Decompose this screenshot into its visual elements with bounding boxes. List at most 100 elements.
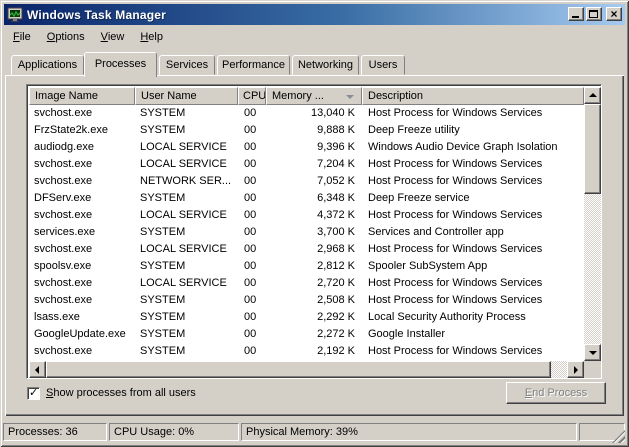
tab-applications[interactable]: Applications: [11, 55, 84, 75]
cell-user-name: SYSTEM: [135, 326, 238, 343]
table-row[interactable]: svchost.exeLOCAL SERVICE007,204 KHost Pr…: [29, 156, 584, 173]
cell-description: Host Process for Windows Services: [362, 156, 584, 173]
menu-view[interactable]: View: [93, 29, 133, 45]
cell-image-name: DFServ.exe: [29, 190, 135, 207]
process-list: Image Name User Name CPU Memory ... Desc…: [26, 84, 602, 379]
cell-image-name: svchost.exe: [29, 343, 135, 360]
cell-description: Google Installer: [362, 326, 584, 343]
menu-file[interactable]: File: [5, 29, 39, 45]
show-all-users-label[interactable]: Show processes from all users: [46, 387, 196, 399]
column-header-row: Image Name User Name CPU Memory ... Desc…: [29, 87, 584, 105]
cell-description: Host Process for Windows Services: [362, 207, 584, 224]
cell-description: Host Process for Windows Services: [362, 241, 584, 258]
cell-user-name: LOCAL SERVICE: [135, 241, 238, 258]
table-row[interactable]: DFServ.exeSYSTEM006,348 KDeep Freeze ser…: [29, 190, 584, 207]
table-row[interactable]: FrzState2k.exeSYSTEM009,888 KDeep Freeze…: [29, 122, 584, 139]
cell-cpu: 00: [238, 190, 266, 207]
vertical-scrollbar-thumb[interactable]: [584, 104, 601, 194]
cell-image-name: svchost.exe: [29, 156, 135, 173]
cell-memory: 7,052 K: [266, 173, 362, 190]
column-header-user-name[interactable]: User Name: [135, 87, 238, 105]
cell-cpu: 00: [238, 275, 266, 292]
table-row[interactable]: services.exeSYSTEM003,700 KServices and …: [29, 224, 584, 241]
cell-memory: 2,192 K: [266, 343, 362, 360]
cell-cpu: 00: [238, 105, 266, 122]
cell-cpu: 00: [238, 207, 266, 224]
cell-memory: 2,812 K: [266, 258, 362, 275]
title-bar[interactable]: Windows Task Manager ×: [4, 4, 625, 25]
tab-processes[interactable]: Processes: [84, 52, 157, 77]
column-header-cpu[interactable]: CPU: [238, 87, 266, 105]
scroll-left-button[interactable]: [29, 361, 46, 378]
cell-image-name: svchost.exe: [29, 207, 135, 224]
maximize-icon: [589, 10, 598, 18]
cell-image-name: FrzState2k.exe: [29, 122, 135, 139]
scroll-right-icon: [574, 366, 578, 374]
table-row[interactable]: audiodg.exeLOCAL SERVICE009,396 KWindows…: [29, 139, 584, 156]
cell-user-name: LOCAL SERVICE: [135, 207, 238, 224]
end-process-button[interactable]: End Process: [506, 382, 606, 404]
cell-description: Deep Freeze service: [362, 190, 584, 207]
cell-image-name: spoolsv.exe: [29, 258, 135, 275]
table-row[interactable]: svchost.exeLOCAL SERVICE004,372 KHost Pr…: [29, 207, 584, 224]
tab-services[interactable]: Services: [159, 55, 215, 75]
table-row[interactable]: svchost.exeLOCAL SERVICE002,720 KHost Pr…: [29, 275, 584, 292]
cell-image-name: svchost.exe: [29, 275, 135, 292]
cell-cpu: 00: [238, 258, 266, 275]
column-header-image-name[interactable]: Image Name: [29, 87, 135, 105]
tab-users[interactable]: Users: [361, 55, 405, 75]
maximize-button[interactable]: [586, 7, 602, 21]
cell-memory: 9,888 K: [266, 122, 362, 139]
sort-descending-icon: [346, 95, 354, 99]
cell-image-name: services.exe: [29, 224, 135, 241]
status-physical-memory: Physical Memory: 39%: [241, 423, 577, 441]
show-all-users-checkbox[interactable]: ✓: [27, 387, 40, 400]
table-row[interactable]: svchost.exeSYSTEM002,192 KHost Process f…: [29, 343, 584, 360]
table-row[interactable]: GoogleUpdate.exeSYSTEM002,272 KGoogle In…: [29, 326, 584, 343]
table-row[interactable]: svchost.exeNETWORK SER...007,052 KHost P…: [29, 173, 584, 190]
table-row[interactable]: spoolsv.exeSYSTEM002,812 KSpooler SubSys…: [29, 258, 584, 275]
cell-description: Host Process for Windows Services: [362, 343, 584, 360]
horizontal-scrollbar-thumb[interactable]: [46, 361, 551, 378]
task-manager-window: Windows Task Manager × File Options View…: [0, 0, 629, 447]
cell-cpu: 00: [238, 241, 266, 258]
cell-user-name: SYSTEM: [135, 309, 238, 326]
cell-user-name: LOCAL SERVICE: [135, 139, 238, 156]
column-header-memory[interactable]: Memory ...: [266, 87, 362, 105]
column-header-description[interactable]: Description: [362, 87, 584, 105]
cell-image-name: audiodg.exe: [29, 139, 135, 156]
cell-cpu: 00: [238, 343, 266, 360]
cell-user-name: LOCAL SERVICE: [135, 156, 238, 173]
cell-cpu: 00: [238, 326, 266, 343]
cell-user-name: SYSTEM: [135, 258, 238, 275]
close-button[interactable]: ×: [606, 7, 622, 21]
cell-cpu: 00: [238, 122, 266, 139]
cell-memory: 13,040 K: [266, 105, 362, 122]
cell-description: Services and Controller app: [362, 224, 584, 241]
menu-help[interactable]: Help: [132, 29, 171, 45]
table-row[interactable]: svchost.exeLOCAL SERVICE002,968 KHost Pr…: [29, 241, 584, 258]
cell-cpu: 00: [238, 156, 266, 173]
cell-description: Host Process for Windows Services: [362, 105, 584, 122]
minimize-icon: [572, 16, 579, 18]
scroll-up-button[interactable]: [584, 87, 601, 104]
menu-options[interactable]: Options: [39, 29, 93, 45]
scroll-up-icon: [589, 93, 597, 97]
cell-cpu: 00: [238, 292, 266, 309]
table-row[interactable]: svchost.exeSYSTEM0013,040 KHost Process …: [29, 105, 584, 122]
cell-user-name: SYSTEM: [135, 105, 238, 122]
cell-memory: 6,348 K: [266, 190, 362, 207]
tab-networking[interactable]: Networking: [292, 55, 359, 75]
cell-image-name: lsass.exe: [29, 309, 135, 326]
table-row[interactable]: lsass.exeSYSTEM002,292 KLocal Security A…: [29, 309, 584, 326]
scroll-down-button[interactable]: [584, 344, 601, 361]
cell-memory: 2,508 K: [266, 292, 362, 309]
table-row[interactable]: svchost.exeSYSTEM002,508 KHost Process f…: [29, 292, 584, 309]
scroll-right-button[interactable]: [567, 361, 584, 378]
cell-user-name: SYSTEM: [135, 122, 238, 139]
checkmark-icon: ✓: [29, 386, 38, 399]
process-rows: svchost.exeSYSTEM0013,040 KHost Process …: [29, 105, 584, 361]
cell-image-name: svchost.exe: [29, 292, 135, 309]
minimize-button[interactable]: [568, 7, 584, 21]
tab-performance[interactable]: Performance: [217, 55, 290, 75]
